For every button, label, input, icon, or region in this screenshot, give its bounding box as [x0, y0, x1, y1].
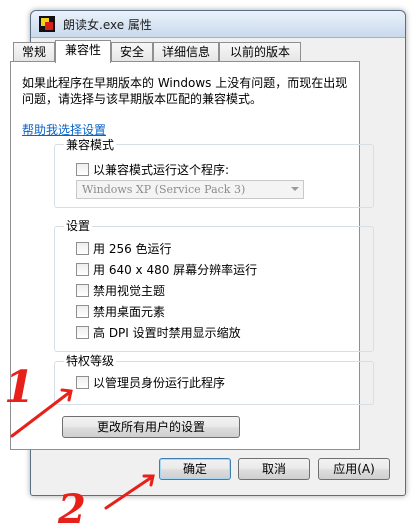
compat-os-select-value: Windows XP (Service Pack 3) [82, 183, 246, 196]
window-title: 朗读女.exe 属性 [63, 18, 152, 32]
compat-mode-group-title: 兼容模式 [64, 136, 117, 153]
compatibility-description: 如果此程序在早期版本的 Windows 上没有问题，而现在出现问题，请选择与该早… [22, 76, 348, 106]
option-640x480-label: 用 640 x 480 屏幕分辨率运行 [93, 263, 258, 277]
chevron-down-icon [291, 187, 299, 191]
option-disable-desktop-composition-label: 禁用桌面元素 [93, 305, 166, 319]
option-disable-visual-themes-checkbox[interactable] [76, 284, 89, 297]
title-bar[interactable]: 朗读女.exe 属性 [31, 11, 405, 38]
ok-button[interactable]: 确定 [159, 458, 231, 480]
option-256-colors-label: 用 256 色运行 [93, 242, 172, 256]
option-640x480-checkbox[interactable] [76, 263, 89, 276]
cancel-button[interactable]: 取消 [238, 458, 310, 480]
option-disable-dpi-scaling-checkbox[interactable] [76, 326, 89, 339]
apply-button[interactable]: 应用(A) [318, 458, 390, 480]
option-disable-visual-themes-label: 禁用视觉主题 [93, 284, 166, 298]
option-disable-dpi-scaling-label: 高 DPI 设置时禁用显示缩放 [93, 326, 241, 340]
change-all-users-button[interactable]: 更改所有用户的设置 [62, 416, 240, 438]
tab-security[interactable]: 安全 [111, 42, 153, 61]
app-icon [39, 16, 55, 32]
compat-mode-checkbox[interactable] [76, 163, 89, 176]
compat-os-select[interactable]: Windows XP (Service Pack 3) [76, 180, 304, 199]
compat-mode-checkbox-label: 以兼容模式运行这个程序: [93, 163, 230, 177]
option-disable-desktop-composition-checkbox[interactable] [76, 305, 89, 318]
run-as-admin-checkbox[interactable] [76, 376, 89, 389]
privilege-group-title: 特权等级 [64, 352, 117, 369]
tab-details[interactable]: 详细信息 [153, 42, 219, 61]
run-as-admin-label: 以管理员身份运行此程序 [93, 376, 226, 390]
settings-group-title: 设置 [64, 217, 93, 234]
tab-general[interactable]: 常规 [13, 42, 55, 61]
tab-previous-versions[interactable]: 以前的版本 [219, 42, 301, 61]
option-256-colors-checkbox[interactable] [76, 242, 89, 255]
tab-compatibility[interactable]: 兼容性 [55, 40, 111, 63]
